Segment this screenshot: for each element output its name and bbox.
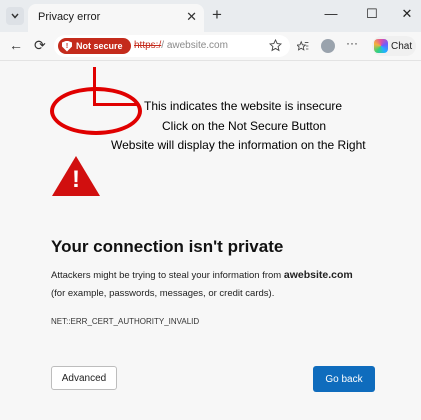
back-icon[interactable]: ← [9,37,23,53]
tab-actions-button[interactable] [6,7,24,25]
description-prefix: Attackers might be trying to steal your … [51,270,282,281]
not-secure-button[interactable]: ! Not secure [58,38,131,54]
url-text[interactable]: https:// awebsite.com [134,40,228,51]
error-description: Attackers might be trying to steal your … [51,266,381,303]
url-host: awebsite.com [166,40,228,51]
tab-bar: Privacy error ✕ + — ☐ ✕ [0,0,421,32]
minimize-icon[interactable]: — [321,6,341,21]
tab-title: Privacy error [38,11,101,23]
more-options-icon[interactable]: ··· [346,36,358,50]
profile-avatar-icon[interactable] [321,39,335,53]
error-code: NET::ERR_CERT_AUTHORITY_INVALID [51,317,200,326]
annotation-line-2: Click on the Not Secure Button [162,119,327,133]
copilot-icon [374,39,388,53]
site-name: awebsite.com [283,269,353,281]
not-secure-label: Not secure [76,41,123,51]
advanced-button[interactable]: Advanced [51,366,117,390]
shield-warning-icon: ! [62,40,72,52]
maximize-icon[interactable]: ☐ [362,6,382,22]
highlight-circle [50,87,142,135]
new-tab-icon[interactable]: + [212,6,222,24]
url-scheme: https:/ [134,40,162,51]
reload-icon[interactable]: ⟳ [34,37,46,53]
copilot-label: Chat [391,40,413,52]
callout-line-horizontal [93,103,139,106]
window-close-icon[interactable]: ✕ [397,6,417,22]
annotation-line-1: This indicates the website is insecure [144,99,343,113]
toolbar: ← ⟳ ! Not secure https:// awebsite.com ·… [0,32,421,61]
callout-line-vertical [93,67,96,105]
chevron-down-icon [11,13,19,19]
copilot-chat-button[interactable]: Chat [372,36,416,56]
favorite-star-icon[interactable] [269,39,282,52]
warning-triangle-icon: ! [52,156,100,196]
url-slash: / [161,40,165,51]
tab-close-icon[interactable]: ✕ [186,10,197,24]
page-title: Your connection isn't private [51,237,284,256]
error-page: This indicates the website is insecure C… [0,61,421,420]
favorites-icon[interactable] [297,40,309,52]
tab-privacy-error[interactable]: Privacy error ✕ [28,4,204,32]
description-suffix: (for example, passwords, messages, or cr… [51,288,275,299]
address-bar[interactable]: ! Not secure https:// awebsite.com [54,35,290,57]
go-back-button[interactable]: Go back [313,366,375,392]
annotation-line-3: Website will display the information on … [111,138,366,152]
